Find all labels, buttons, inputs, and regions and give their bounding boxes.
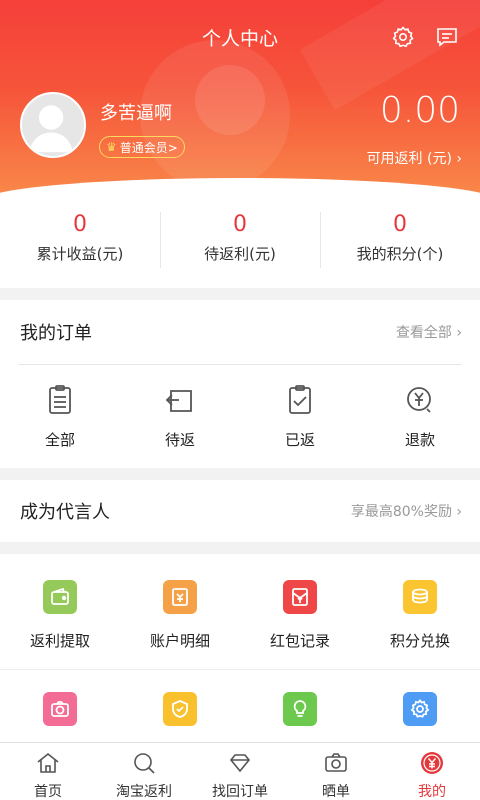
tab-label: 晒单 bbox=[322, 784, 350, 800]
order-refund-label: 退款 bbox=[404, 431, 435, 449]
feature-label: 红包记录 bbox=[269, 632, 330, 650]
feature-gear-button[interactable] bbox=[360, 692, 480, 726]
wallet-icon bbox=[43, 580, 77, 614]
clipboard-list-icon bbox=[49, 385, 71, 414]
red-envelope-icon bbox=[283, 580, 317, 614]
stats-row: 0 累计收益(元) 0 待返利(元) 0 我的积分(个) bbox=[0, 198, 480, 288]
gear-icon bbox=[392, 26, 414, 48]
spokesperson-header: 成为代言人 享最高80%奖励 › bbox=[0, 480, 480, 542]
orders-section: 我的订单 查看全部 › 全部 待返 已返 退款 bbox=[0, 300, 480, 468]
red-envelope-records-button[interactable]: 红包记录 bbox=[240, 580, 360, 651]
orders-header: 我的订单 查看全部 › bbox=[0, 300, 480, 364]
camera-icon bbox=[43, 692, 77, 726]
stat-total-earnings[interactable]: 0 累计收益(元) bbox=[0, 198, 160, 288]
clipboard-check-icon bbox=[289, 385, 311, 414]
tab-recover-orders[interactable]: 找回订单 bbox=[192, 743, 288, 800]
order-returned-label: 已返 bbox=[284, 431, 315, 449]
avatar[interactable] bbox=[20, 92, 86, 158]
ledger-icon bbox=[163, 580, 197, 614]
section-title: 我的订单 bbox=[20, 323, 92, 344]
yen-coin-icon bbox=[421, 752, 443, 774]
tab-label: 我的 bbox=[418, 784, 446, 800]
rebate-withdraw-button[interactable]: 返利提取 bbox=[0, 580, 120, 651]
spokesperson-section[interactable]: 成为代言人 享最高80%奖励 › bbox=[0, 480, 480, 542]
header-wave bbox=[0, 178, 480, 200]
return-box-icon bbox=[165, 390, 192, 412]
message-icon bbox=[437, 28, 457, 47]
balance-amount[interactable]: 0.00 bbox=[380, 90, 460, 131]
stat-value: 0 bbox=[393, 212, 407, 237]
feature-label: 积分兑换 bbox=[389, 632, 450, 650]
coins-icon bbox=[403, 580, 437, 614]
reward-link[interactable]: 享最高80%奖励 › bbox=[351, 501, 462, 521]
diamond-icon bbox=[229, 754, 251, 773]
tab-taobao-rebate[interactable]: 淘宝返利 bbox=[96, 743, 192, 800]
points-exchange-button[interactable]: 积分兑换 bbox=[360, 580, 480, 651]
messages-button[interactable] bbox=[434, 24, 460, 50]
order-all-label: 全部 bbox=[44, 431, 75, 449]
tab-label: 淘宝返利 bbox=[116, 784, 172, 800]
gear-icon bbox=[403, 692, 437, 726]
username[interactable]: 多苦逼啊 bbox=[100, 99, 172, 125]
yen-refund-icon bbox=[407, 387, 431, 413]
tab-label: 找回订单 bbox=[212, 784, 268, 800]
order-all-button[interactable]: 全部 bbox=[0, 383, 120, 450]
stat-label: 待返利(元) bbox=[204, 245, 276, 263]
view-all-orders-link[interactable]: 查看全部 › bbox=[396, 322, 462, 342]
stat-label: 我的积分(个) bbox=[356, 245, 444, 263]
tab-home[interactable]: 首页 bbox=[0, 743, 96, 800]
feature-bulb-button[interactable] bbox=[240, 692, 360, 726]
tab-share-order[interactable]: 晒单 bbox=[288, 743, 384, 800]
stat-my-points[interactable]: 0 我的积分(个) bbox=[320, 198, 480, 288]
feature-label: 返利提取 bbox=[29, 632, 90, 650]
bottom-tab-bar: 首页 淘宝返利 找回订单 晒单 我的 bbox=[0, 742, 480, 800]
order-refund-button[interactable]: 退款 bbox=[360, 383, 480, 450]
settings-button[interactable] bbox=[390, 24, 416, 50]
home-icon bbox=[37, 752, 59, 773]
member-badge[interactable]: ♛ 普通会员> bbox=[99, 136, 185, 158]
search-icon bbox=[134, 753, 155, 774]
stat-label: 累计收益(元) bbox=[36, 245, 124, 263]
features-section: 返利提取 账户明细 红包记录 积分兑换 bbox=[0, 554, 480, 754]
tab-label: 首页 bbox=[34, 784, 62, 800]
bulb-icon bbox=[283, 692, 317, 726]
order-returned-button[interactable]: 已返 bbox=[240, 383, 360, 450]
account-details-button[interactable]: 账户明细 bbox=[120, 580, 240, 651]
balance-label[interactable]: 可用返利 (元) › bbox=[367, 148, 462, 168]
crown-icon: ♛ bbox=[106, 140, 117, 154]
camera-icon bbox=[325, 753, 347, 772]
member-badge-label: 普通会员> bbox=[119, 140, 178, 155]
order-pending-button[interactable]: 待返 bbox=[120, 383, 240, 450]
default-avatar-icon bbox=[29, 105, 73, 153]
feature-camera-button[interactable] bbox=[0, 692, 120, 726]
feature-label: 账户明细 bbox=[149, 632, 210, 650]
shield-icon bbox=[163, 692, 197, 726]
feature-shield-button[interactable] bbox=[120, 692, 240, 726]
stat-value: 0 bbox=[73, 212, 87, 237]
stat-value: 0 bbox=[233, 212, 247, 237]
tab-mine[interactable]: 我的 bbox=[384, 743, 480, 800]
order-pending-label: 待返 bbox=[164, 431, 195, 449]
stat-pending-rebate[interactable]: 0 待返利(元) bbox=[160, 198, 320, 288]
section-title: 成为代言人 bbox=[20, 502, 110, 523]
header-decoration bbox=[195, 65, 265, 135]
